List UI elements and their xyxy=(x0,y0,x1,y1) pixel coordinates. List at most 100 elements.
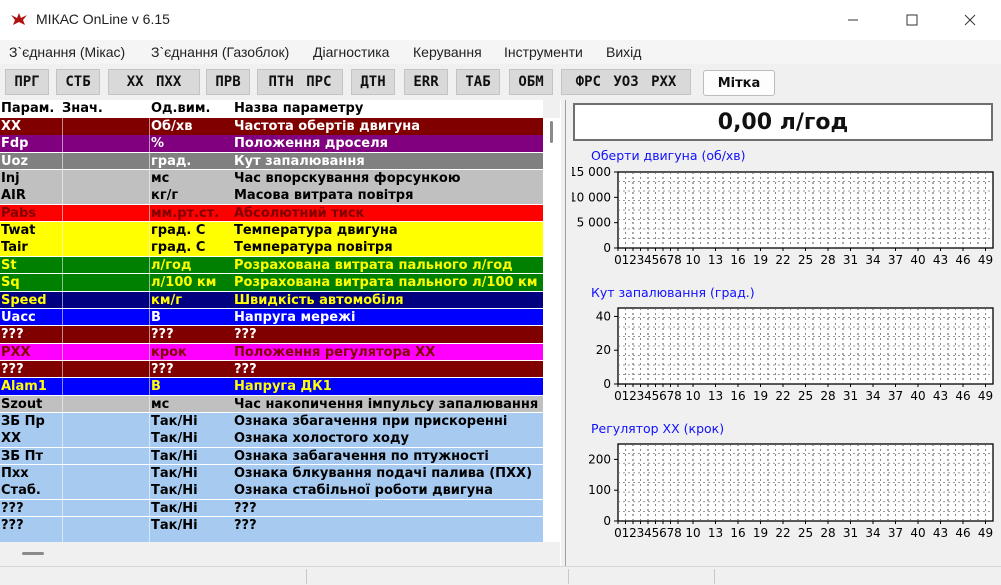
table-row[interactable]: ЗБ Пр Так/Ні Ознака збагачення при прискор… xyxy=(0,412,543,430)
menu-control[interactable]: Керування xyxy=(413,44,482,60)
table-row[interactable]: ????????? xyxy=(0,326,543,344)
cell-param: Szout xyxy=(1,396,43,412)
table-row[interactable]: Pabs мм.рт.ст. Абсолютний тиск xyxy=(0,204,543,222)
x-tick-label: 28 xyxy=(820,526,835,540)
chart-title: Регулятор XX (крок) xyxy=(591,421,724,436)
cell-unit: крок xyxy=(151,344,187,360)
x-tick-label: 19 xyxy=(753,526,768,540)
cell-value xyxy=(62,412,150,430)
table-row[interactable]: Uoz град. Кут запалювання xyxy=(0,152,543,170)
table-row[interactable]: Uacc В Напруга мережі xyxy=(0,308,543,326)
cell-param: ??? xyxy=(1,327,24,343)
cell-unit: кг/г xyxy=(151,188,179,204)
table-row[interactable]: Sq л/100 км Розрахована витрата пального л… xyxy=(0,274,543,292)
table-row[interactable]: XX Так/Ні Ознака холостого ходу xyxy=(0,430,543,448)
column-header-param[interactable]: Парам. xyxy=(1,100,61,118)
menu-exit[interactable]: Вихід xyxy=(606,44,641,60)
table-row[interactable]: Twat град. С Температура двигуна xyxy=(0,222,543,240)
menu-connect-gazoblok[interactable]: З`єднання (Газоблок) xyxy=(151,44,289,60)
mark-button[interactable]: Мітка xyxy=(703,70,775,96)
cell-name: ??? xyxy=(234,518,257,534)
minimize-button[interactable] xyxy=(830,0,876,40)
column-header-name[interactable]: Назва параметру xyxy=(234,100,543,118)
cell-unit: Так/Ні xyxy=(151,518,198,534)
toolbar-button-xx-pxx[interactable]: ХХ ПХХ xyxy=(108,69,200,95)
cell-name: Ознака збагачення при прискоренні xyxy=(234,413,508,429)
table-row[interactable]: ??? Так/Ні??? xyxy=(0,499,543,517)
table-row[interactable]: AIR кг/г Масова витрата повітря xyxy=(0,187,543,205)
menu-bar: З`єднання (Мікас) З`єднання (Газоблок) Д… xyxy=(0,40,1001,64)
x-tick-label: 22 xyxy=(775,253,790,267)
cell-param: ЗБ Пр xyxy=(1,413,45,429)
cell-name: Температура повітря xyxy=(234,240,393,256)
table-row[interactable]: Speed км/г Швидкість автомобіля xyxy=(0,291,543,309)
toolbar-button-frs-uoz-rxx[interactable]: ФРС УОЗ РХХ xyxy=(561,69,691,95)
column-header-value[interactable]: Знач. xyxy=(62,100,150,118)
x-tick-label: 25 xyxy=(798,253,813,267)
x-tick-label: 2 xyxy=(629,389,637,403)
horizontal-scrollbar[interactable] xyxy=(0,542,560,566)
table-row[interactable]: ЗБ Пт Так/Ні Ознака забагачення по птужнос… xyxy=(0,447,543,465)
cell-name: Абсолютний тиск xyxy=(234,205,365,221)
table-row[interactable] xyxy=(0,534,543,542)
cell-unit: В xyxy=(151,379,161,395)
menu-connect-mikas[interactable]: З`єднання (Мікас) xyxy=(9,44,125,60)
menu-tools[interactable]: Інструменти xyxy=(504,44,583,60)
table-row[interactable]: St л/год Розрахована витрата пального л/го… xyxy=(0,256,543,274)
x-tick-label: 46 xyxy=(955,526,970,540)
x-tick-label: 16 xyxy=(730,253,745,267)
x-tick-label: 31 xyxy=(843,389,858,403)
panel-splitter[interactable] xyxy=(560,100,572,566)
table-row[interactable]: XX Об/хв Частота обертів двигуна xyxy=(0,118,543,135)
maximize-button[interactable] xyxy=(889,0,935,40)
toolbar-button-prg[interactable]: ПРГ xyxy=(5,69,49,95)
cell-value xyxy=(62,291,150,309)
title-bar: МІКАС OnLine v 6.15 xyxy=(0,0,1001,40)
toolbar-button-prv[interactable]: ПРВ xyxy=(206,69,250,95)
table-row[interactable]: Inj мс Час впорскування форсункою xyxy=(0,170,543,188)
toolbar-button-err[interactable]: ERR xyxy=(404,69,448,95)
cell-name: Час накопичення імпульсу запалювання xyxy=(234,396,539,412)
menu-diagnostics[interactable]: Діагностика xyxy=(313,44,389,60)
minimize-icon xyxy=(848,19,858,21)
toolbar-button-stb[interactable]: СТБ xyxy=(56,69,100,95)
table-row[interactable]: Tair град. С Температура повітря xyxy=(0,239,543,257)
toolbar-button-dtn[interactable]: ДТН xyxy=(351,69,395,95)
cell-unit: мс xyxy=(151,171,170,187)
table-row[interactable]: ??? Так/Ні??? xyxy=(0,517,543,535)
table-row[interactable]: Пхх Так/Ні Ознака блкування подачі палива … xyxy=(0,465,543,482)
close-button[interactable] xyxy=(947,0,993,40)
cell-unit: град. С xyxy=(151,240,206,256)
table-row[interactable]: PXX крок Положення регулятора ХХ xyxy=(0,343,543,361)
x-tick-label: 40 xyxy=(910,253,925,267)
cell-name: ??? xyxy=(234,361,257,377)
horizontal-scroll-thumb[interactable] xyxy=(22,552,44,555)
table-row[interactable]: Szout мс Час накопичення імпульсу запалюва… xyxy=(0,395,543,413)
vertical-scrollbar[interactable] xyxy=(543,118,560,542)
cell-value xyxy=(62,256,150,274)
x-tick-label: 46 xyxy=(955,253,970,267)
table-row[interactable]: ????????? xyxy=(0,360,543,378)
x-tick-label: 8 xyxy=(674,389,682,403)
column-header-unit[interactable]: Од.вим. xyxy=(151,100,233,118)
cell-param: Inj xyxy=(1,171,20,187)
fuel-consumption-readout: 0,00 л/год xyxy=(573,103,993,141)
cell-name: Температура двигуна xyxy=(234,223,398,239)
x-tick-label: 25 xyxy=(798,526,813,540)
toolbar-button-obm[interactable]: ОБМ xyxy=(509,69,553,95)
x-tick-label: 46 xyxy=(955,389,970,403)
cell-name: Розрахована витрата пального л/100 км xyxy=(234,275,538,291)
x-tick-label: 28 xyxy=(820,389,835,403)
cell-name: Положення регулятора ХХ xyxy=(234,344,436,360)
table-row[interactable]: Alam1 В Напруга ДК1 xyxy=(0,378,543,396)
vertical-scroll-thumb[interactable] xyxy=(550,121,553,143)
x-tick-label: 5 xyxy=(652,526,660,540)
y-tick-label: 200 xyxy=(588,452,611,466)
table-row[interactable]: Fdp% Положення дроселя xyxy=(0,135,543,153)
maximize-icon xyxy=(906,14,918,26)
x-tick-label: 8 xyxy=(674,526,682,540)
table-row[interactable]: Стаб. Так/Ні Ознака стабільної роботи двиг… xyxy=(0,482,543,500)
toolbar-button-ptn-prs[interactable]: ПТН ПРС xyxy=(257,69,343,95)
x-tick-label: 0 xyxy=(614,526,622,540)
toolbar-button-tab[interactable]: ТАБ xyxy=(456,69,500,95)
